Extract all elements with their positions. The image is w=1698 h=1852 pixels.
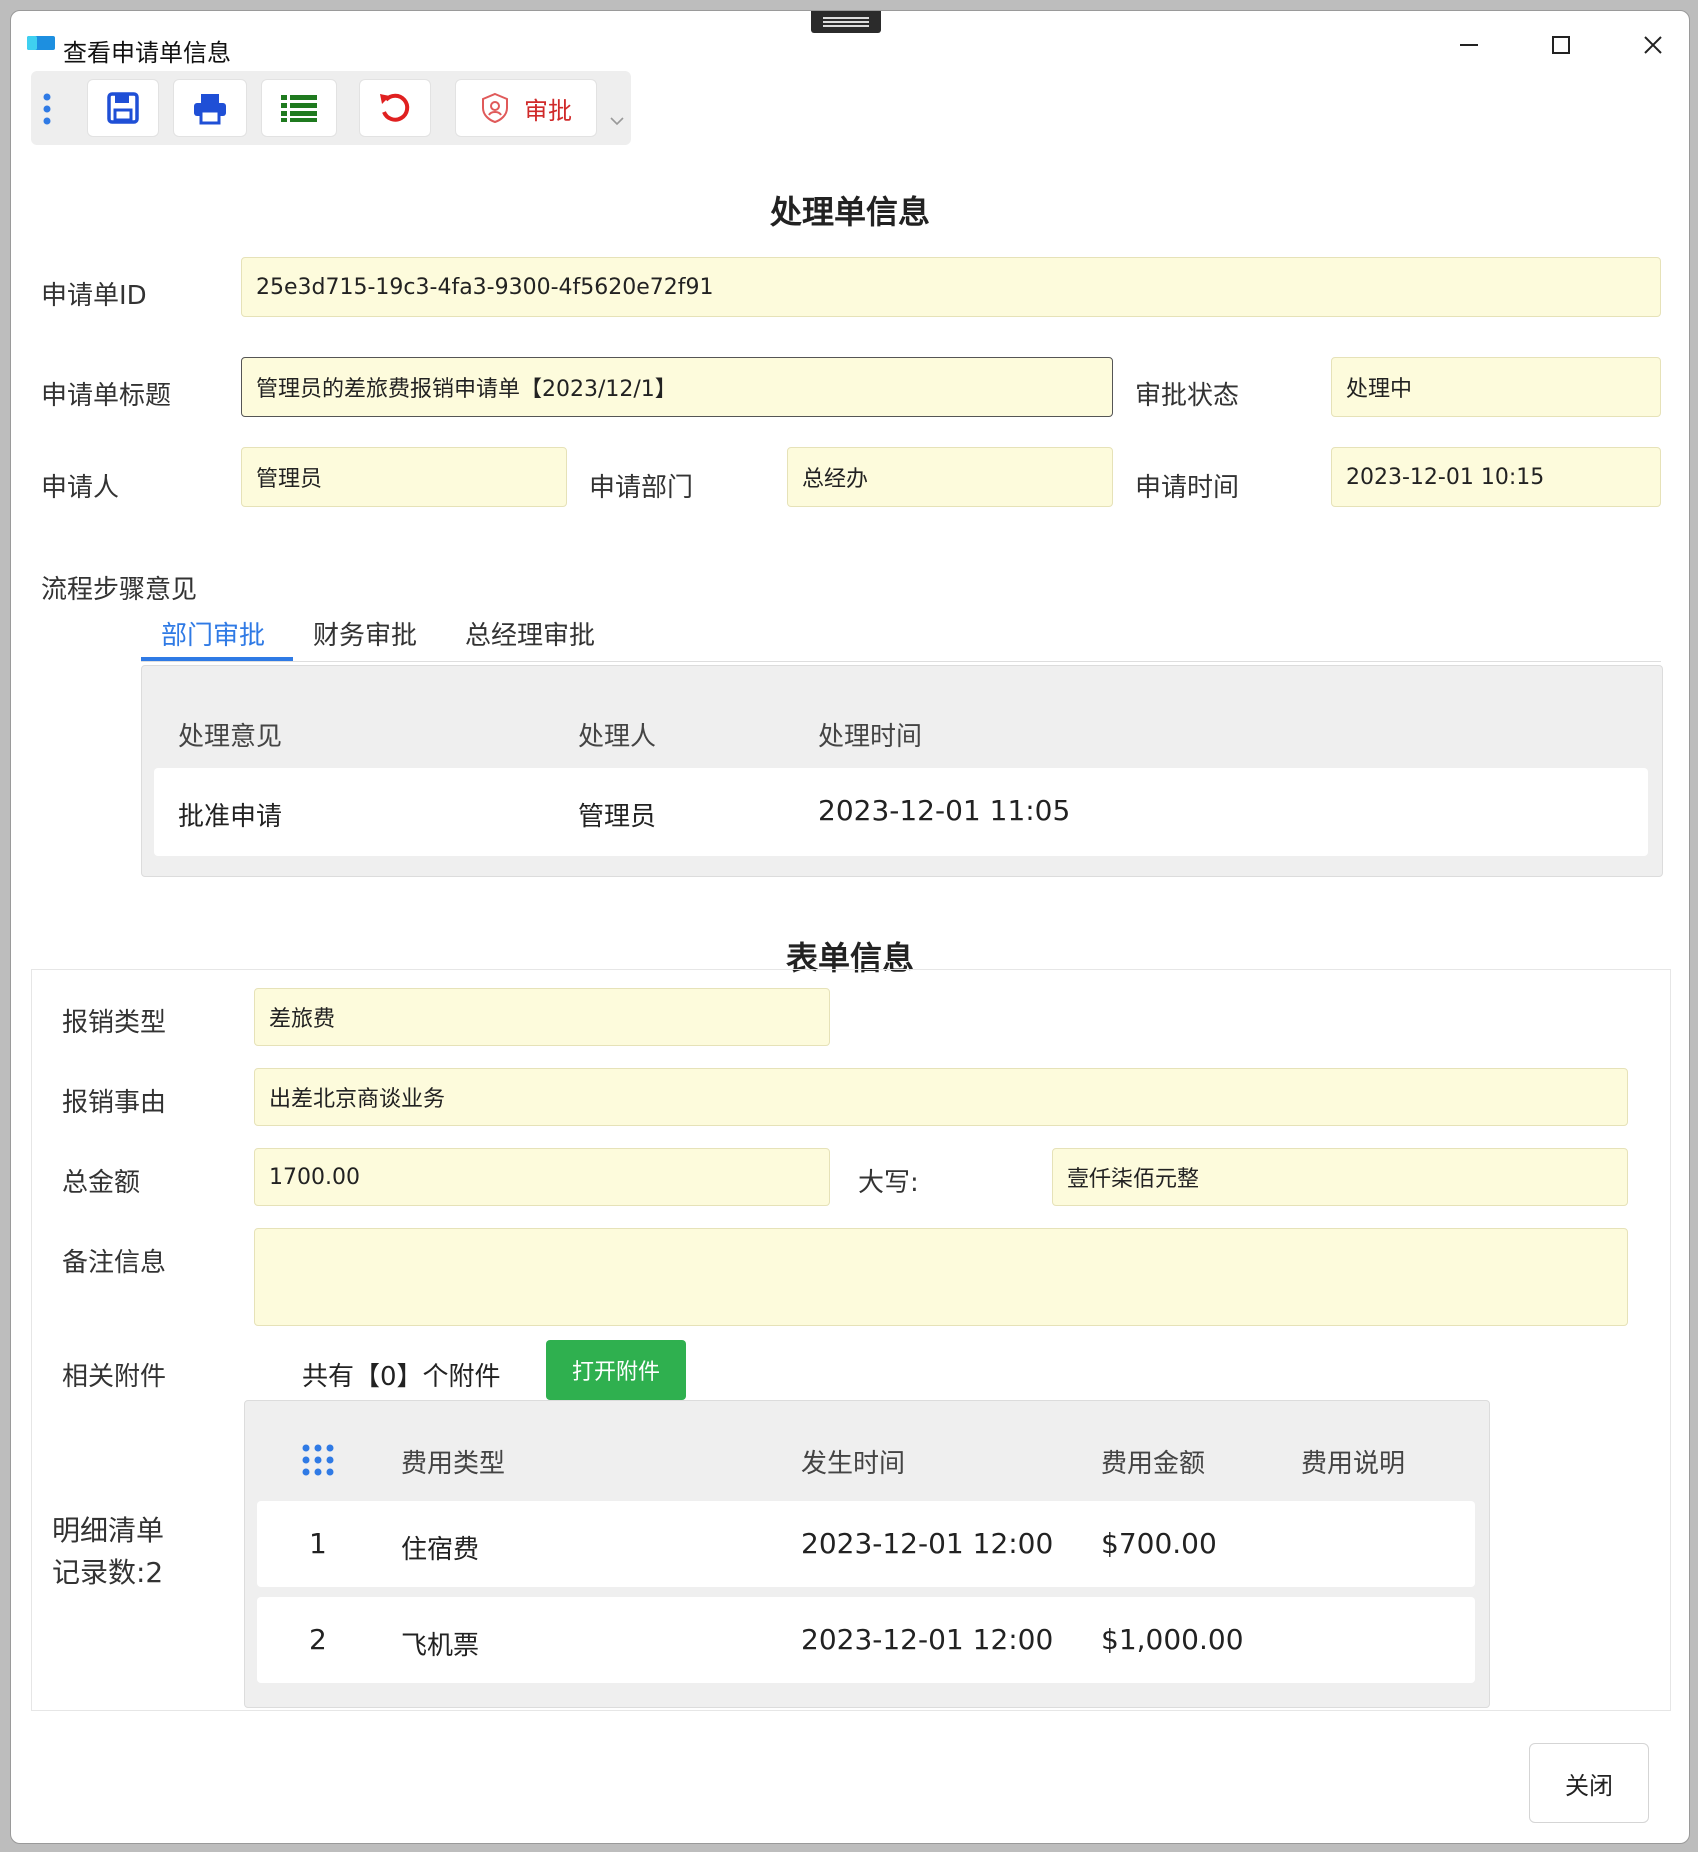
application-id-label: 申请单ID <box>41 281 147 311</box>
application-title-field[interactable]: 管理员的差旅费报销申请单【2023/12/1】 <box>241 357 1113 417</box>
undo-icon <box>380 93 410 122</box>
expense-reason-field[interactable]: 出差北京商谈业务 <box>254 1068 1628 1126</box>
total-amount-field[interactable]: 1700.00 <box>254 1148 830 1206</box>
cell-expense-type: 飞机票 <box>401 1631 480 1661</box>
department-label: 申请部门 <box>589 473 694 503</box>
tab-department-approval[interactable]: 部门审批 <box>161 615 265 652</box>
total-amount-label: 总金额 <box>62 1168 141 1198</box>
close-icon <box>1644 36 1662 54</box>
detail-list-title: 明细清单 <box>52 1514 165 1547</box>
grid-menu-icon[interactable] <box>301 1443 335 1477</box>
tab-finance-approval[interactable]: 财务审批 <box>313 615 417 652</box>
cell-handler: 管理员 <box>578 802 657 832</box>
col-note-header: 费用说明 <box>1301 1449 1406 1479</box>
save-icon <box>107 92 139 124</box>
maximize-icon <box>1552 36 1570 54</box>
approval-status-label: 审批状态 <box>1135 381 1240 411</box>
window-title: 查看申请单信息 <box>63 39 231 67</box>
attachment-count: 共有【0】个附件 <box>302 1362 501 1392</box>
shield-icon <box>482 92 508 124</box>
table-row[interactable]: 2 飞机票 2023-12-01 12:00 $1,000.00 <box>257 1597 1475 1683</box>
cell-amount: $1,000.00 <box>1101 1623 1244 1656</box>
print-icon <box>194 94 226 125</box>
minimize-icon <box>1460 44 1478 46</box>
approve-button[interactable]: 审批 <box>455 79 597 137</box>
approve-label: 审批 <box>524 96 572 125</box>
uppercase-amount-field[interactable]: 壹仟柒佰元整 <box>1052 1148 1628 1206</box>
col-amount-header: 费用金额 <box>1101 1449 1206 1479</box>
cell-row-number: 2 <box>309 1623 327 1656</box>
col-expense-type-header: 费用类型 <box>401 1449 506 1479</box>
process-steps-label: 流程步骤意见 <box>41 575 198 605</box>
record-count: 记录数:2 <box>52 1556 164 1589</box>
application-title-label: 申请单标题 <box>41 381 172 411</box>
chevron-down-icon[interactable] <box>609 115 625 127</box>
cell-opinion: 批准申请 <box>178 802 283 832</box>
cell-time: 2023-12-01 11:05 <box>818 794 1071 827</box>
list-button[interactable] <box>261 79 337 137</box>
expense-type-label: 报销类型 <box>62 1008 167 1038</box>
drag-handle[interactable] <box>811 11 881 33</box>
applicant-field[interactable]: 管理员 <box>241 447 567 507</box>
cell-row-number: 1 <box>309 1527 327 1560</box>
cell-expense-type: 住宿费 <box>401 1535 480 1565</box>
window: 查看申请单信息 审批 处理单信息 申请单ID 25e3d715-19c3-4fa… <box>10 10 1690 1844</box>
expense-reason-label: 报销事由 <box>62 1088 167 1118</box>
col-occur-time-header: 发生时间 <box>801 1449 906 1479</box>
list-icon <box>281 95 317 122</box>
detail-list-label: 明细清单 记录数:2 <box>52 1510 164 1594</box>
table-row[interactable]: 1 住宿费 2023-12-01 12:00 $700.00 <box>257 1501 1475 1587</box>
uppercase-label: 大写: <box>858 1168 919 1198</box>
process-section-title: 处理单信息 <box>769 193 930 231</box>
refresh-button[interactable] <box>359 79 431 137</box>
minimize-button[interactable] <box>1439 25 1499 65</box>
col-opinion-header: 处理意见 <box>178 722 283 752</box>
attachments-label: 相关附件 <box>62 1362 167 1392</box>
expense-type-field[interactable]: 差旅费 <box>254 988 830 1046</box>
detail-grid: 费用类型 发生时间 费用金额 费用说明 1 住宿费 2023-12-01 12:… <box>244 1400 1490 1708</box>
maximize-button[interactable] <box>1531 25 1591 65</box>
application-time-field[interactable]: 2023-12-01 10:15 <box>1331 447 1661 507</box>
tab-gm-approval[interactable]: 总经理审批 <box>465 615 595 652</box>
tab-divider <box>141 661 1661 662</box>
applicant-label: 申请人 <box>41 473 120 503</box>
table-row[interactable]: 批准申请 管理员 2023-12-01 11:05 <box>154 768 1648 856</box>
print-button[interactable] <box>173 79 247 137</box>
approval-status-field[interactable]: 处理中 <box>1331 357 1661 417</box>
cell-occur-time: 2023-12-01 12:00 <box>801 1623 1054 1656</box>
form-panel: 报销类型 差旅费 报销事由 出差北京商谈业务 总金额 1700.00 大写: 壹… <box>31 969 1671 1711</box>
department-field[interactable]: 总经办 <box>787 447 1113 507</box>
toolbar: 审批 <box>31 71 631 145</box>
app-icon <box>27 36 55 50</box>
remark-field[interactable] <box>254 1228 1628 1326</box>
remark-label: 备注信息 <box>62 1248 167 1278</box>
close-window-button[interactable] <box>1623 25 1683 65</box>
cell-occur-time: 2023-12-01 12:00 <box>801 1527 1054 1560</box>
save-button[interactable] <box>87 79 159 137</box>
col-time-header: 处理时间 <box>818 722 923 752</box>
application-time-label: 申请时间 <box>1135 473 1240 503</box>
col-handler-header: 处理人 <box>578 722 657 752</box>
close-button[interactable]: 关闭 <box>1529 1743 1649 1823</box>
application-id-field[interactable]: 25e3d715-19c3-4fa3-9300-4f5620e72f91 <box>241 257 1661 317</box>
open-attachment-button[interactable]: 打开附件 <box>546 1340 686 1400</box>
steps-grid: 处理意见 处理人 处理时间 批准申请 管理员 2023-12-01 11:05 <box>141 665 1663 877</box>
cell-amount: $700.00 <box>1101 1527 1217 1560</box>
more-icon[interactable] <box>41 91 53 127</box>
